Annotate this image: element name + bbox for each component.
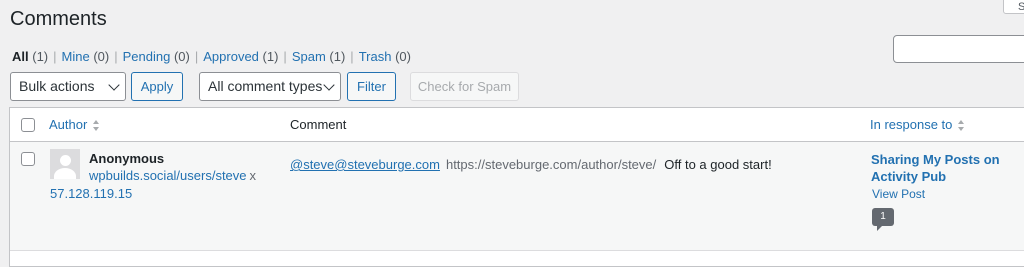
- avatar: [50, 149, 80, 179]
- filter-trash[interactable]: Trash (0): [359, 49, 411, 64]
- author-name: Anonymous: [89, 151, 165, 166]
- row-divider: [10, 250, 1024, 251]
- author-ip-link[interactable]: 57.128.119.15: [50, 186, 132, 202]
- comment-text: Off to a good start!: [664, 157, 772, 172]
- apply-button[interactable]: Apply: [131, 72, 183, 101]
- comment-count-badge[interactable]: 1: [872, 208, 894, 231]
- column-header-in-response-to[interactable]: In response to: [870, 117, 965, 133]
- mention-link[interactable]: @steve@steveburge.com: [290, 157, 440, 172]
- search-comments-input[interactable]: [893, 35, 1024, 63]
- filter-approved[interactable]: Approved (1): [203, 49, 278, 64]
- screen-options-tab[interactable]: S: [1003, 0, 1024, 14]
- filter-button[interactable]: Filter: [347, 72, 396, 101]
- chevron-down-icon: [323, 79, 335, 91]
- filter-spam[interactable]: Spam (1): [292, 49, 345, 64]
- select-all-checkbox[interactable]: [21, 118, 35, 132]
- comment-content: @steve@steveburge.com https://steveburge.…: [290, 157, 772, 173]
- filter-pending[interactable]: Pending (0): [123, 49, 190, 64]
- sort-icon: [93, 119, 100, 132]
- comment-type-select[interactable]: All comment types: [199, 72, 341, 101]
- bulk-actions-select[interactable]: Bulk actions: [10, 72, 126, 101]
- column-header-author[interactable]: Author: [49, 117, 100, 133]
- chevron-down-icon: [108, 79, 120, 91]
- comment-url: https://steveburge.com/author/steve/: [445, 157, 657, 172]
- filter-all[interactable]: All (1): [12, 49, 48, 64]
- view-post-link[interactable]: View Post: [872, 187, 925, 201]
- column-header-comment: Comment: [290, 117, 347, 132]
- page-title: Comments: [10, 8, 107, 30]
- status-filter-links: All (1) | Mine (0) | Pending (0) | Approved (1…: [12, 49, 411, 64]
- response-post-link[interactable]: Sharing My Posts on Activity Pub: [871, 151, 1011, 185]
- row-checkbox[interactable]: [21, 152, 35, 166]
- author-url-link[interactable]: wpbuilds.social/users/steve x: [89, 168, 256, 184]
- sort-icon: [958, 119, 965, 132]
- filter-mine[interactable]: Mine (0): [62, 49, 110, 64]
- check-for-spam-button: Check for Spam: [410, 72, 519, 101]
- comment-type-label: All comment types: [208, 78, 323, 94]
- bulk-actions-label: Bulk actions: [19, 78, 95, 94]
